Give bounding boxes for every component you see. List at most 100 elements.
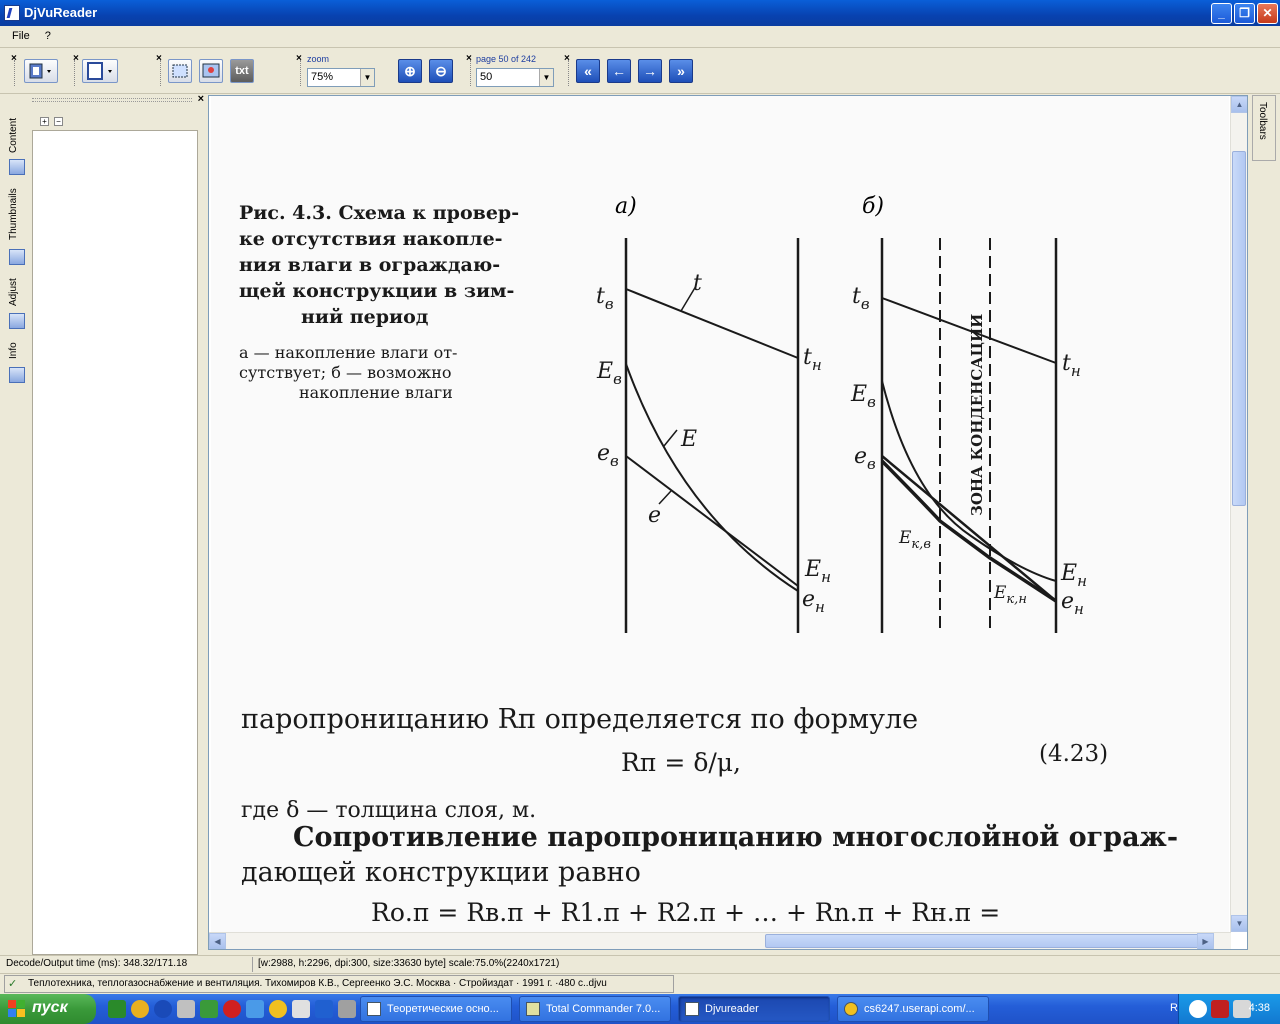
label-e-v: eв — [854, 444, 876, 473]
body-text-line: где δ — толщина слоя, м. — [241, 798, 536, 823]
tray-arrow-icon[interactable] — [1189, 1000, 1207, 1018]
quicklaunch-icon[interactable] — [223, 1000, 241, 1018]
zoom-select[interactable]: 75% ▼ — [307, 68, 375, 87]
toolbar-grip[interactable] — [470, 60, 473, 86]
djvu-app-icon — [4, 5, 20, 21]
vertical-scrollbar[interactable]: ▲ ▼ — [1230, 96, 1247, 932]
formula-number: (4.23) — [1039, 741, 1108, 767]
toolbar-grip[interactable] — [14, 60, 17, 86]
checkmark-icon: ✓ — [8, 978, 18, 990]
tab-content-label: Content — [8, 117, 19, 153]
chevron-down-icon[interactable]: ▼ — [360, 69, 374, 86]
zoom-in-button[interactable]: ⊕ — [398, 59, 422, 83]
document-viewport[interactable]: Рис. 4.3. Схема к провер- ке отсутствия … — [208, 95, 1248, 950]
taskbar-item-djvureader[interactable]: Djvureader — [678, 996, 830, 1022]
quicklaunch-icon[interactable] — [108, 1000, 126, 1018]
quicklaunch-icon[interactable] — [154, 1000, 172, 1018]
quicklaunch-icon[interactable] — [131, 1000, 149, 1018]
collapse-all-icon[interactable]: − — [54, 117, 63, 126]
toolbar-grip[interactable] — [74, 60, 77, 86]
antivirus-icon[interactable] — [1211, 1000, 1229, 1018]
page-value: 50 — [480, 71, 493, 83]
djvu-icon — [685, 1002, 699, 1016]
close-button[interactable]: ✕ — [1257, 3, 1278, 24]
minimize-button[interactable]: _ — [1211, 3, 1232, 24]
tab-adjust[interactable]: Adjust — [8, 273, 26, 331]
tab-content[interactable]: Content — [8, 113, 26, 177]
image-icon — [202, 63, 220, 78]
tab-info[interactable]: Info — [8, 337, 26, 387]
document-page: Рис. 4.3. Схема к провер- ке отсутствия … — [211, 96, 1229, 932]
arrow-left-icon: ← — [612, 63, 626, 79]
scroll-right-icon[interactable]: ▶ — [1197, 933, 1214, 949]
quicklaunch-icon[interactable] — [200, 1000, 218, 1018]
body-text-line: паропроницанию Rп определяется по формул… — [241, 704, 918, 735]
quicklaunch-icon[interactable] — [246, 1000, 264, 1018]
temperature-line — [625, 288, 799, 359]
taskbar-item-totalcmd[interactable]: Total Commander 7.0... — [519, 996, 671, 1022]
menu-help[interactable]: ? — [39, 26, 57, 46]
body-text-line: дающей конструкции равно — [241, 857, 641, 888]
toolbars-tab[interactable]: Toolbars — [1252, 95, 1276, 161]
title-bar[interactable]: DjVuReader _ ❐ ✕ — [0, 0, 1280, 26]
start-button[interactable]: пуск — [0, 994, 96, 1024]
scroll-left-icon[interactable]: ◀ — [209, 933, 226, 949]
condensation-zone-label: ЗОНА КОНДЕНСАЦИИ — [968, 314, 986, 516]
taskbar-item-browser[interactable]: cs6247.userapi.com/... — [837, 996, 989, 1022]
status-bar: Decode/Output time (ms): 348.32/171.18 [… — [0, 955, 1280, 973]
label-E-kn: Eк,н — [993, 583, 1027, 607]
picture-button[interactable] — [199, 59, 223, 83]
label-t-v: tв — [596, 284, 614, 313]
first-page-button[interactable]: « — [576, 59, 600, 83]
previous-page-button[interactable]: ← — [607, 59, 631, 83]
next-page-button[interactable]: → — [638, 59, 662, 83]
legend-line: а — накопление влаги от- — [239, 343, 457, 362]
body-text-line: Сопротивление паропроницанию многослойно… — [293, 822, 1178, 853]
horizontal-scrollbar[interactable]: ◀ ▶ — [209, 932, 1231, 949]
page-select[interactable]: 50 ▼ — [476, 68, 554, 87]
quicklaunch-icon[interactable] — [315, 1000, 333, 1018]
content-icon — [9, 159, 25, 175]
zoom-out-button[interactable]: ⊖ — [429, 59, 453, 83]
scroll-thumb[interactable] — [1232, 151, 1246, 506]
start-label: пуск — [32, 999, 68, 1016]
toolbar-grip[interactable] — [160, 60, 163, 86]
taskbar-item-word[interactable]: Теоретические осно... — [360, 996, 512, 1022]
maximize-button[interactable]: ❐ — [1234, 3, 1255, 24]
expand-all-icon[interactable]: + — [40, 117, 49, 126]
taskbar-item-label: cs6247.userapi.com/... — [864, 1003, 975, 1015]
scroll-up-icon[interactable]: ▲ — [1231, 96, 1247, 113]
select-button[interactable] — [168, 59, 192, 83]
panel-a-label: а) — [615, 194, 637, 219]
quicklaunch-icon[interactable] — [292, 1000, 310, 1018]
tab-info-label: Info — [8, 342, 19, 360]
quicklaunch-icon[interactable] — [177, 1000, 195, 1018]
last-page-button[interactable]: » — [669, 59, 693, 83]
taskbar-item-label: Теоретические осно... — [387, 1003, 499, 1015]
quicklaunch-icon[interactable] — [338, 1000, 356, 1018]
scroll-down-icon[interactable]: ▼ — [1231, 915, 1247, 932]
label-t: t — [693, 271, 702, 296]
label-E-n: Eн — [1060, 561, 1087, 590]
tab-thumbnails-label: Thumbnails — [8, 188, 19, 240]
toolbar-grip[interactable] — [300, 60, 303, 86]
scroll-thumb[interactable] — [765, 934, 1213, 948]
content-tree[interactable] — [32, 130, 198, 955]
chevron-down-icon[interactable]: ▼ — [539, 69, 553, 86]
taskbar-item-label: Total Commander 7.0... — [546, 1003, 661, 1015]
view-mode-button[interactable] — [24, 59, 58, 83]
page-mode-button[interactable] — [82, 59, 118, 83]
taskbar-item-label: Djvureader — [705, 1003, 759, 1015]
panel-close-icon[interactable]: × — [198, 93, 204, 105]
label-e-n: eн — [802, 587, 825, 616]
panel-grip[interactable] — [32, 98, 192, 102]
menu-file[interactable]: File — [6, 26, 36, 46]
quicklaunch-icon[interactable] — [269, 1000, 287, 1018]
text-button[interactable]: txt — [230, 59, 254, 83]
arrow-right-icon: → — [643, 63, 657, 79]
tab-thumbnails[interactable]: Thumbnails — [8, 183, 26, 267]
label-E-kv: Eк,в — [898, 528, 931, 552]
toolbar-grip[interactable] — [568, 60, 571, 86]
double-arrow-left-icon: « — [584, 63, 592, 79]
diagram-a — [624, 238, 800, 633]
